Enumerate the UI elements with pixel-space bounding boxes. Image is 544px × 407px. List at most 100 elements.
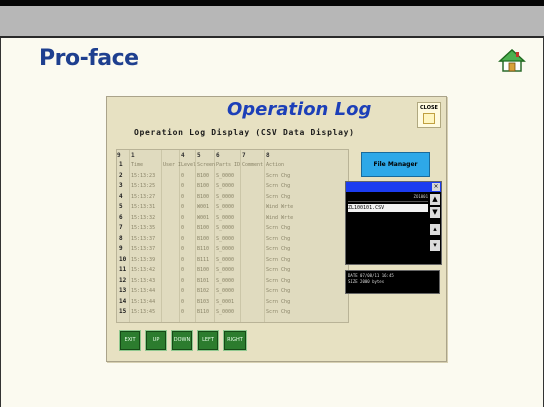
table-cell: 0 (181, 193, 185, 200)
table-cell (242, 277, 266, 285)
close-button[interactable]: CLOSE (417, 102, 441, 128)
table-cell: 0 (181, 277, 185, 284)
table-column-number: 4 (181, 152, 185, 159)
scroll-page-down-button[interactable]: ▾ (430, 240, 440, 251)
table-cell: 15:13:37 (131, 235, 156, 242)
table-cell (163, 182, 181, 190)
table-cell: 0 (181, 204, 185, 210)
table-cell: 15:13:44 (131, 298, 156, 305)
table-cell: B100 (197, 183, 210, 189)
table-cell (163, 172, 181, 180)
table-cell: 0 (181, 298, 185, 305)
table-row-number: 7 (119, 224, 123, 231)
file-list-item[interactable]: ZL100101.CSV (348, 204, 428, 212)
table-cell (242, 172, 266, 180)
up-button[interactable]: UP (145, 330, 167, 351)
file-list-titlebar: × (346, 182, 441, 192)
table-column-number: 8 (266, 152, 270, 159)
file-manager-button[interactable]: File Manager (361, 152, 430, 177)
table-row-number: 2 (119, 171, 123, 179)
table-cell (163, 193, 181, 201)
panel-title: Operation Log (227, 99, 372, 120)
table-cell: 15:13:35 (131, 225, 156, 231)
table-cell: S_0000 (216, 277, 235, 284)
table-cell: S_0000 (216, 204, 235, 210)
chevron-up-icon[interactable]: ▲ (430, 194, 440, 205)
home-button[interactable] (498, 47, 526, 73)
table-row-number: 5 (119, 203, 123, 210)
brand-logo: Pro-face (39, 46, 139, 71)
table-row-number: 12 (119, 276, 127, 284)
table-cell: Scrn Chg (266, 235, 291, 242)
table-cell: 0 (181, 172, 185, 179)
table-cell (163, 277, 181, 285)
table-cell: Scrn Chg (266, 246, 291, 252)
table-cell (242, 298, 266, 306)
table-cell: 15:13:25 (131, 183, 156, 189)
close-icon (423, 113, 435, 124)
table-cell: 0 (181, 235, 185, 242)
table-cell: Wind Wrte (266, 204, 294, 210)
title-bar (0, 6, 544, 38)
table-cell: 0 (181, 288, 185, 294)
table-cell: Scrn Chg (266, 183, 291, 189)
table-cell (163, 256, 181, 264)
close-label: CLOSE (420, 105, 438, 111)
operation-log-panel: Operation Log CLOSE Operation Log Displa… (106, 96, 447, 362)
table-cell: Scrn Chg (266, 309, 291, 315)
table-cell: Screen (197, 162, 216, 168)
table-cell (163, 214, 181, 222)
table-row-number: 11 (119, 266, 127, 273)
table-cell: Scrn Chg (266, 172, 291, 179)
table-row-number: 4 (119, 192, 123, 200)
exit-button[interactable]: EXIT (119, 330, 141, 351)
home-icon (498, 48, 526, 72)
table-cell: B100 (197, 235, 210, 242)
table-cell: B111 (197, 256, 210, 263)
csv-data-table[interactable]: 14567891TimeUser IDLevelScreenParts IDCo… (116, 149, 349, 323)
right-button[interactable]: RIGHT (223, 330, 247, 351)
table-cell: S_0000 (216, 193, 235, 200)
table-cell: 15:13:39 (131, 256, 156, 263)
table-cell: 15:13:42 (131, 267, 156, 273)
table-column-number: 1 (131, 152, 135, 159)
table-cell: S_0000 (216, 225, 235, 231)
down-button[interactable]: DOWN (171, 330, 193, 351)
table-row-number: 13 (119, 287, 127, 294)
table-cell: Parts ID (216, 162, 241, 168)
panel-subtitle: Operation Log Display (CSV Data Display) (134, 128, 355, 137)
file-list-path: ZO1001 (348, 194, 428, 202)
table-cell: S_0000 (216, 256, 235, 263)
table-row-number: 10 (119, 255, 127, 263)
table-cell: 0 (181, 309, 185, 315)
table-row-number: 15 (119, 308, 127, 315)
table-cell: B110 (197, 246, 210, 252)
table-cell (242, 182, 266, 190)
table-cell (242, 235, 266, 243)
table-column-number: 7 (242, 152, 246, 159)
table-cell (242, 245, 266, 253)
table-cell (163, 308, 181, 316)
table-column-number: 9 (117, 152, 121, 159)
table-cell (242, 287, 266, 295)
table-row-number: 6 (119, 213, 123, 221)
table-cell (163, 203, 181, 211)
table-cell (163, 224, 181, 232)
close-icon[interactable]: × (432, 183, 440, 191)
table-cell: 15:13:44 (131, 288, 156, 294)
table-cell: 15:13:31 (131, 204, 156, 210)
table-cell: B100 (197, 225, 210, 231)
table-cell: 0 (181, 225, 185, 231)
table-cell: 0 (181, 256, 185, 263)
scroll-page-up-button[interactable]: ▴ (430, 224, 440, 235)
table-cell: S_0001 (216, 298, 235, 305)
table-cell: B103 (197, 298, 210, 305)
file-list-window: × ZO1001 ZL100101.CSV ▲ ▼ ▴ ▾ (345, 181, 442, 265)
table-cell: W001 (197, 204, 210, 210)
table-cell: User ID (163, 162, 181, 168)
left-button[interactable]: LEFT (197, 330, 219, 351)
table-row-number: 14 (119, 297, 127, 305)
chevron-down-icon[interactable]: ▼ (430, 207, 440, 218)
table-cell: 0 (181, 246, 185, 252)
table-cell (163, 287, 181, 295)
